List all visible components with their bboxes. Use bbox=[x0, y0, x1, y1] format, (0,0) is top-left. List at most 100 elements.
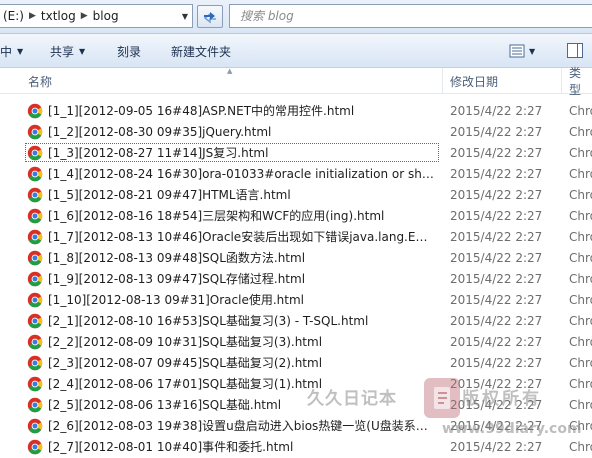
search-input[interactable] bbox=[240, 9, 570, 23]
file-name-cell[interactable]: [2_3][2012-08-07 09#45]SQL基础复习(2).html bbox=[25, 353, 439, 372]
file-date: 2015/4/22 2:27 bbox=[450, 187, 543, 202]
file-name-cell[interactable]: [1_3][2012-08-27 11#14]JS复习.html bbox=[25, 143, 439, 162]
file-row[interactable]: [2_3][2012-08-07 09#45]SQL基础复习(2).html 20… bbox=[0, 352, 592, 373]
file-type: Chro bbox=[569, 208, 592, 223]
file-type: Chro bbox=[569, 292, 592, 307]
address-bar[interactable]: (E:) ▶ txtlog ▶ blog bbox=[0, 4, 193, 28]
chevron-down-icon: ▼ bbox=[79, 46, 86, 56]
file-row[interactable]: [2_4][2012-08-06 17#01]SQL基础复习(1).html 20… bbox=[0, 373, 592, 394]
file-row[interactable]: [2_2][2012-08-09 10#31]SQL基础复习(3).html 20… bbox=[0, 331, 592, 352]
new-folder-button-label: 新建文件夹 bbox=[171, 44, 232, 59]
file-name-cell[interactable]: [2_2][2012-08-09 10#31]SQL基础复习(3).html bbox=[25, 332, 439, 351]
file-name: [2_3][2012-08-07 09#45]SQL基础复习(2).html bbox=[48, 356, 323, 370]
file-date: 2015/4/22 2:27 bbox=[450, 145, 543, 160]
chrome-html-icon bbox=[27, 187, 43, 202]
change-view-button[interactable]: ▼ bbox=[509, 42, 535, 60]
file-row[interactable]: [2_1][2012-08-10 16#53]SQL基础复习(3) - T-SQ… bbox=[0, 310, 592, 331]
share-menu[interactable]: 共享 ▼ bbox=[50, 34, 85, 68]
file-row[interactable]: [2_5][2012-08-06 13#16]SQL基础.html 2015/4/… bbox=[0, 394, 592, 415]
refresh-button[interactable] bbox=[197, 5, 223, 28]
view-details-icon bbox=[509, 44, 525, 58]
file-date: 2015/4/22 2:27 bbox=[450, 292, 543, 307]
file-name-cell[interactable]: [1_4][2012-08-24 16#30]ora-01033#oracle … bbox=[25, 164, 439, 183]
sort-ascending-icon: ▲ bbox=[227, 67, 233, 75]
file-name: [1_7][2012-08-13 10#46]Oracle安装后出现如下错误ja… bbox=[48, 230, 434, 244]
file-type: Chro bbox=[569, 418, 592, 433]
file-name-cell[interactable]: [1_1][2012-09-05 16#48]ASP.NET中的常用控件.htm… bbox=[25, 101, 439, 120]
file-name: [2_5][2012-08-06 13#16]SQL基础.html bbox=[48, 398, 282, 412]
file-row[interactable]: [1_9][2012-08-13 09#47]SQL存储过程.html 2015/… bbox=[0, 268, 592, 289]
column-header-type[interactable]: 类型 bbox=[569, 66, 592, 97]
file-name: [2_1][2012-08-10 16#53]SQL基础复习(3) - T-SQ… bbox=[48, 314, 369, 328]
file-name: [1_3][2012-08-27 11#14]JS复习.html bbox=[48, 146, 269, 160]
file-name-cell[interactable]: [1_6][2012-08-16 18#54]三层架构和WCF的应用(ing).… bbox=[25, 206, 439, 225]
file-date: 2015/4/22 2:27 bbox=[450, 439, 543, 454]
file-name-cell[interactable]: [2_6][2012-08-03 19#38]设置u盘启动进入bios热键一览(… bbox=[25, 416, 439, 435]
chevron-down-icon: ▼ bbox=[529, 46, 536, 56]
file-name-cell[interactable]: [2_7][2012-08-01 10#40]事件和委托.html bbox=[25, 437, 439, 456]
column-divider[interactable] bbox=[442, 68, 443, 94]
file-date: 2015/4/22 2:27 bbox=[450, 271, 543, 286]
column-header-row: ▲ 名称 修改日期 类型 bbox=[0, 66, 592, 97]
file-row[interactable]: [1_2][2012-08-30 09#35]jQuery.html 2015/4… bbox=[0, 121, 592, 142]
chevron-right-icon[interactable]: ▶ bbox=[79, 11, 90, 21]
file-row[interactable]: [1_10][2012-08-13 09#31]Oracle使用.html 201… bbox=[0, 289, 592, 310]
chrome-html-icon bbox=[27, 208, 43, 223]
column-divider[interactable] bbox=[561, 68, 562, 94]
file-row[interactable]: [2_6][2012-08-03 19#38]设置u盘启动进入bios热键一览(… bbox=[0, 415, 592, 436]
breadcrumb-txtlog[interactable]: txtlog bbox=[38, 9, 79, 23]
file-name-cell[interactable]: [2_5][2012-08-06 13#16]SQL基础.html bbox=[25, 395, 439, 414]
chevron-down-icon: ▼ bbox=[181, 11, 189, 21]
file-name-cell[interactable]: [1_9][2012-08-13 09#47]SQL存储过程.html bbox=[25, 269, 439, 288]
organize-menu-partial[interactable]: 中 ▼ bbox=[0, 34, 23, 68]
breadcrumb-blog[interactable]: blog bbox=[90, 9, 122, 23]
file-name-cell[interactable]: [2_1][2012-08-10 16#53]SQL基础复习(3) - T-SQ… bbox=[25, 311, 439, 330]
file-name-cell[interactable]: [1_7][2012-08-13 10#46]Oracle安装后出现如下错误ja… bbox=[25, 227, 439, 246]
file-type: Chro bbox=[569, 103, 592, 118]
chrome-html-icon bbox=[27, 250, 43, 265]
chrome-html-icon bbox=[27, 397, 43, 412]
file-name: [1_1][2012-09-05 16#48]ASP.NET中的常用控件.htm… bbox=[48, 104, 355, 118]
breadcrumb-drive[interactable]: (E:) bbox=[0, 9, 27, 23]
file-row[interactable]: [1_8][2012-08-13 09#48]SQL函数方法.html 2015/… bbox=[0, 247, 592, 268]
chrome-html-icon bbox=[27, 229, 43, 244]
file-type: Chro bbox=[569, 187, 592, 202]
preview-pane-button[interactable] bbox=[567, 43, 583, 58]
address-history-dropdown[interactable]: ▼ bbox=[178, 5, 192, 27]
burn-button-label: 刻录 bbox=[117, 44, 142, 59]
file-name: [1_6][2012-08-16 18#54]三层架构和WCF的应用(ing).… bbox=[48, 209, 385, 223]
file-row[interactable]: [1_5][2012-08-21 09#47]HTML语言.html 2015/4… bbox=[0, 184, 592, 205]
column-header-name[interactable]: 名称 bbox=[28, 68, 52, 94]
column-header-date[interactable]: 修改日期 bbox=[450, 68, 498, 94]
file-name: [2_7][2012-08-01 10#40]事件和委托.html bbox=[48, 440, 294, 454]
file-name-cell[interactable]: [1_8][2012-08-13 09#48]SQL函数方法.html bbox=[25, 248, 439, 267]
chevron-right-icon[interactable]: ▶ bbox=[27, 11, 38, 21]
file-name: [1_9][2012-08-13 09#47]SQL存储过程.html bbox=[48, 272, 306, 286]
file-row[interactable]: [2_7][2012-08-01 10#40]事件和委托.html 2015/4/… bbox=[0, 436, 592, 457]
new-folder-button[interactable]: 新建文件夹 bbox=[171, 34, 231, 68]
chrome-html-icon bbox=[27, 292, 43, 307]
file-type: Chro bbox=[569, 439, 592, 454]
file-row[interactable]: [1_7][2012-08-13 10#46]Oracle安装后出现如下错误ja… bbox=[0, 226, 592, 247]
file-name-cell[interactable]: [1_5][2012-08-21 09#47]HTML语言.html bbox=[25, 185, 439, 204]
burn-button[interactable]: 刻录 bbox=[117, 34, 141, 68]
file-date: 2015/4/22 2:27 bbox=[450, 418, 543, 433]
file-date: 2015/4/22 2:27 bbox=[450, 397, 543, 412]
file-row[interactable]: [1_1][2012-09-05 16#48]ASP.NET中的常用控件.htm… bbox=[0, 100, 592, 121]
chrome-html-icon bbox=[27, 439, 43, 454]
file-date: 2015/4/22 2:27 bbox=[450, 376, 543, 391]
file-row[interactable]: [1_6][2012-08-16 18#54]三层架构和WCF的应用(ing).… bbox=[0, 205, 592, 226]
file-name-cell[interactable]: [1_2][2012-08-30 09#35]jQuery.html bbox=[25, 122, 439, 141]
search-box[interactable] bbox=[229, 4, 592, 28]
chrome-html-icon bbox=[27, 355, 43, 370]
file-name: [2_6][2012-08-03 19#38]设置u盘启动进入bios热键一览(… bbox=[48, 419, 434, 433]
file-type: Chro bbox=[569, 250, 592, 265]
file-name: [1_5][2012-08-21 09#47]HTML语言.html bbox=[48, 188, 291, 202]
file-row[interactable]: [1_4][2012-08-24 16#30]ora-01033#oracle … bbox=[0, 163, 592, 184]
file-name-cell[interactable]: [1_10][2012-08-13 09#31]Oracle使用.html bbox=[25, 290, 439, 309]
file-type: Chro bbox=[569, 166, 592, 181]
file-date: 2015/4/22 2:27 bbox=[450, 166, 543, 181]
file-row[interactable]: [1_3][2012-08-27 11#14]JS复习.html 2015/4/2… bbox=[0, 142, 592, 163]
file-type: Chro bbox=[569, 229, 592, 244]
file-name-cell[interactable]: [2_4][2012-08-06 17#01]SQL基础复习(1).html bbox=[25, 374, 439, 393]
